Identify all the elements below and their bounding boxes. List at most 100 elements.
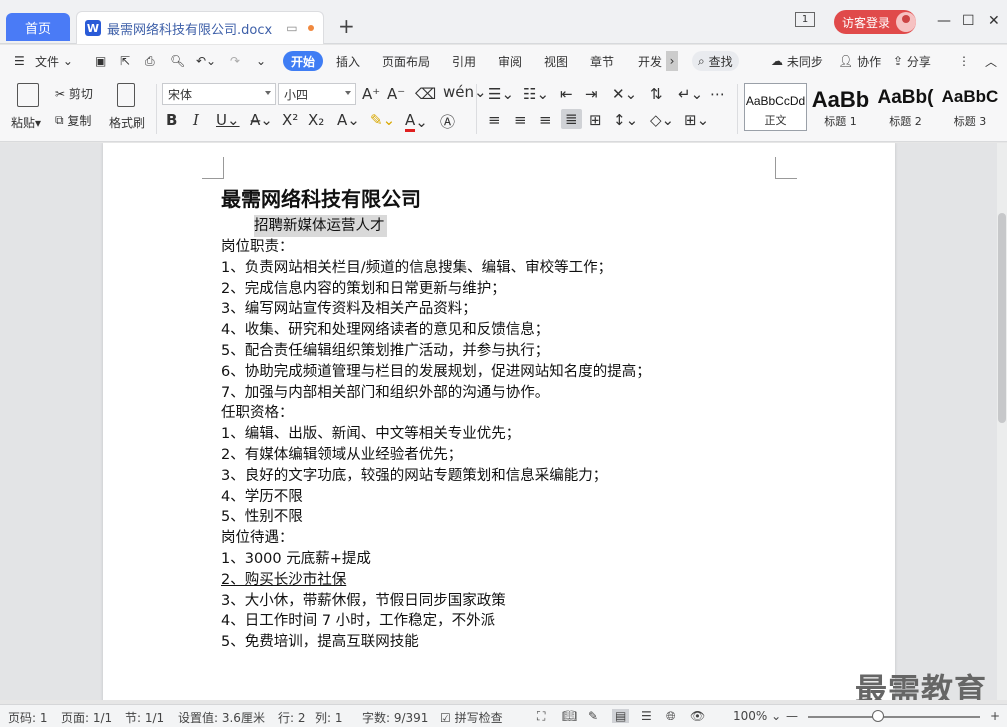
font-name-select[interactable]: 宋体 bbox=[162, 83, 276, 105]
borders-icon[interactable]: ⊞⌄ bbox=[684, 111, 709, 129]
italic-icon[interactable]: I bbox=[193, 111, 199, 129]
status-page-code[interactable]: 页码: 1 bbox=[8, 709, 48, 726]
tab-stop-icon[interactable]: ⋯ bbox=[710, 85, 725, 103]
web-view-icon[interactable]: 🌐︎ bbox=[666, 709, 676, 724]
collaborate-button[interactable]: 👤︎ 协作 bbox=[838, 51, 881, 71]
menu-tab-developer[interactable]: 开发 bbox=[638, 51, 662, 71]
increase-indent-icon[interactable]: ⇥ bbox=[585, 85, 598, 103]
align-left-icon[interactable]: ≡ bbox=[488, 111, 501, 129]
show-marks-icon[interactable]: ↵⌄ bbox=[678, 85, 703, 103]
sort-icon[interactable]: ⇅ bbox=[650, 85, 663, 103]
document-page[interactable]: 最需网络科技有限公司 招聘新媒体运营人才 岗位职责： 1、负责网站相关栏目/频道… bbox=[103, 143, 895, 700]
focus-mode-icon[interactable]: ⛶ bbox=[537, 709, 545, 724]
align-center-icon[interactable]: ≡ bbox=[514, 111, 527, 129]
chinese-layout-icon[interactable]: ✕⌄ bbox=[612, 85, 637, 103]
redo-icon[interactable]: ↷ bbox=[230, 51, 240, 71]
undo-icon[interactable]: ↶⌄ bbox=[196, 51, 216, 71]
outline-view-icon[interactable]: ☰ bbox=[641, 709, 652, 723]
spell-check-button[interactable]: ☑ 拼写检查 bbox=[440, 709, 503, 726]
font-size-select[interactable]: 小四 bbox=[278, 83, 356, 105]
paste-label[interactable]: 粘贴 ▾ bbox=[11, 114, 41, 131]
menu-tab-review[interactable]: 审阅 bbox=[498, 51, 522, 71]
menu-tab-references[interactable]: 引用 bbox=[452, 51, 476, 71]
clear-format-icon[interactable]: ⌫ bbox=[415, 85, 436, 103]
format-painter-icon[interactable] bbox=[117, 83, 135, 107]
superscript-icon[interactable]: X² bbox=[282, 111, 298, 129]
menu-tab-chapter[interactable]: 章节 bbox=[590, 51, 614, 71]
status-setting[interactable]: 设置值: 3.6厘米 bbox=[178, 709, 265, 726]
line-spacing-icon[interactable]: ↕⌄ bbox=[613, 111, 638, 129]
menu-tab-layout[interactable]: 页面布局 bbox=[382, 51, 430, 71]
menu-scroll-right-icon[interactable]: › bbox=[666, 51, 678, 71]
collapse-ribbon-icon[interactable]: ︿ bbox=[985, 51, 997, 71]
subscript-icon[interactable]: X₂ bbox=[308, 111, 324, 129]
status-page[interactable]: 页面: 1/1 bbox=[61, 709, 112, 726]
font-color-icon[interactable]: A ⌄ bbox=[405, 111, 428, 132]
status-row[interactable]: 行: 2 bbox=[278, 709, 306, 726]
search-button[interactable]: ⌕ 查找 bbox=[692, 51, 739, 71]
shading-icon[interactable]: ◇⌄ bbox=[650, 111, 674, 129]
shrink-font-icon[interactable]: A⁻ bbox=[387, 85, 405, 103]
cut-button[interactable]: ✂ 剪切 bbox=[55, 85, 93, 102]
justify-icon[interactable]: ≣ bbox=[561, 109, 582, 129]
search-icon: ⌕ bbox=[698, 53, 705, 68]
decrease-indent-icon[interactable]: ⇤ bbox=[560, 85, 573, 103]
read-mode-icon[interactable]: 📖︎ bbox=[562, 709, 577, 723]
zoom-level[interactable]: 100% ⌄ bbox=[733, 709, 781, 723]
menu-tab-insert[interactable]: 插入 bbox=[336, 51, 360, 71]
new-tab-plus-icon[interactable]: + bbox=[338, 14, 355, 38]
zoom-slider[interactable] bbox=[808, 716, 980, 718]
style-heading-1[interactable]: AaBb 标题 1 bbox=[809, 83, 872, 131]
style-heading-3[interactable]: AaBbC 标题 3 bbox=[939, 83, 1001, 131]
bullet-list-icon[interactable]: ☰⌄ bbox=[488, 85, 514, 103]
monitor-icon[interactable]: ▭ bbox=[286, 21, 297, 35]
zoom-slider-thumb[interactable] bbox=[872, 710, 884, 722]
phonetic-guide-icon[interactable]: wén⌄ bbox=[443, 83, 487, 101]
status-section[interactable]: 节: 1/1 bbox=[125, 709, 164, 726]
file-menu[interactable]: 文件 ⌄ bbox=[35, 51, 73, 71]
hamburger-icon[interactable]: ☰ bbox=[14, 51, 25, 71]
strikethrough-icon[interactable]: A̶⌄ bbox=[250, 111, 273, 129]
copy-button[interactable]: ⧉ 复制 bbox=[55, 112, 91, 129]
save-icon[interactable]: ▣ bbox=[95, 51, 106, 71]
vertical-scrollbar[interactable] bbox=[997, 143, 1007, 700]
eye-protection-icon[interactable]: 👁︎ bbox=[690, 709, 705, 723]
format-painter-label[interactable]: 格式刷 bbox=[109, 114, 145, 131]
write-mode-icon[interactable]: ✎ bbox=[588, 709, 598, 723]
style-heading-2[interactable]: AaBb( 标题 2 bbox=[874, 83, 937, 131]
quick-access-more-icon[interactable]: ⌄ bbox=[256, 51, 266, 71]
print-icon[interactable]: ⎙ bbox=[145, 51, 155, 71]
menu-tab-view[interactable]: 视图 bbox=[544, 51, 568, 71]
paste-button[interactable] bbox=[17, 83, 39, 107]
distributed-align-icon[interactable]: ⊞ bbox=[589, 111, 602, 129]
grow-font-icon[interactable]: A⁺ bbox=[362, 85, 380, 103]
document-body[interactable]: 最需网络科技有限公司 招聘新媒体运营人才 岗位职责： 1、负责网站相关栏目/频道… bbox=[221, 185, 651, 653]
close-icon[interactable]: ✕ bbox=[988, 13, 1000, 29]
export-icon[interactable]: ⇱ bbox=[120, 51, 130, 71]
print-preview-icon[interactable]: 🔍︎ bbox=[170, 51, 185, 71]
style-normal[interactable]: AaBbCcDd 正文 bbox=[744, 83, 807, 131]
maximize-icon[interactable]: ☐ bbox=[962, 13, 975, 29]
more-options-icon[interactable]: ⋮ bbox=[958, 51, 970, 71]
numbered-list-icon[interactable]: ☷⌄ bbox=[523, 85, 549, 103]
char-border-icon[interactable]: Ⓐ bbox=[440, 111, 455, 132]
home-tab[interactable]: 首页 bbox=[6, 13, 70, 41]
share-button[interactable]: ⇪ 分享 bbox=[893, 51, 931, 71]
menu-tab-start[interactable]: 开始 bbox=[283, 51, 324, 71]
page-view-icon[interactable]: ▤ bbox=[612, 709, 630, 723]
window-count-badge[interactable]: 1 bbox=[795, 12, 815, 27]
status-word-count[interactable]: 字数: 9/391 bbox=[362, 709, 428, 726]
scrollbar-thumb[interactable] bbox=[998, 213, 1006, 423]
align-right-icon[interactable]: ≡ bbox=[539, 111, 552, 129]
sync-status[interactable]: ☁ 未同步 bbox=[771, 51, 823, 71]
text-effect-icon[interactable]: A⌄ bbox=[337, 111, 360, 129]
zoom-out-icon[interactable]: — bbox=[786, 709, 798, 723]
guest-login-button[interactable]: 访客登录 bbox=[834, 10, 916, 34]
underline-icon[interactable]: U⌄ bbox=[216, 111, 240, 129]
highlight-icon[interactable]: ✎⌄ bbox=[370, 111, 395, 129]
document-tab[interactable]: W 最需网络科技有限公司.docx ▭ bbox=[76, 11, 324, 44]
status-col[interactable]: 列: 1 bbox=[315, 709, 343, 726]
bold-icon[interactable]: B bbox=[166, 111, 177, 129]
minimize-icon[interactable]: — bbox=[937, 13, 951, 29]
zoom-in-icon[interactable]: + bbox=[990, 709, 1000, 723]
